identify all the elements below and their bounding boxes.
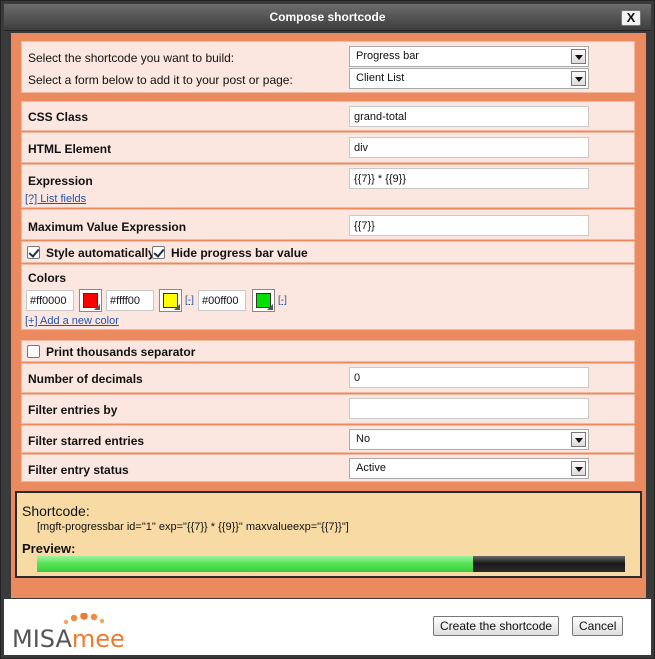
- html-element-label: HTML Element: [28, 142, 112, 156]
- cancel-button[interactable]: Cancel: [572, 616, 624, 636]
- shortcode-select-label: Select the shortcode you want to build:: [28, 51, 235, 65]
- progress-bar-fill: [37, 556, 474, 572]
- chevron-down-icon[interactable]: [571, 71, 586, 86]
- remove-color-link[interactable]: [-]: [185, 295, 194, 306]
- shortcode-output-box: Shortcode: [mgft-progressbar id="1" exp=…: [15, 491, 642, 578]
- thousands-row: Print thousands separator: [21, 340, 635, 362]
- preview-title: Preview:: [22, 541, 76, 556]
- dialog-titlebar: Compose shortcode X: [4, 4, 651, 31]
- add-color-link[interactable]: [+] Add a new color: [25, 315, 119, 327]
- filter-status-select[interactable]: Active: [349, 458, 589, 479]
- colors-label: Colors: [28, 271, 67, 285]
- shortcode-select-row: Select the shortcode you want to build: …: [21, 41, 635, 93]
- color-swatch[interactable]: [159, 289, 182, 312]
- logo-text-part1: MISA: [12, 625, 72, 653]
- filter-starred-label: Filter starred entries: [28, 434, 145, 448]
- chevron-down-icon[interactable]: [571, 49, 586, 64]
- chevron-down-icon[interactable]: [571, 461, 586, 476]
- decimals-input[interactable]: [349, 367, 589, 388]
- max-value-input[interactable]: [349, 215, 589, 236]
- compose-shortcode-dialog: Compose shortcode X Select the shortcode…: [0, 0, 655, 659]
- shortcode-select-value: Progress bar: [356, 50, 419, 62]
- css-class-input[interactable]: [349, 106, 589, 127]
- chevron-down-icon[interactable]: [571, 432, 586, 447]
- css-class-row: CSS Class: [21, 101, 635, 131]
- max-value-row: Maximum Value Expression: [21, 209, 635, 240]
- colors-row: Colors [-] [-] [+] Add a new color: [21, 264, 635, 330]
- filter-starred-select[interactable]: No: [349, 429, 589, 450]
- expression-input[interactable]: [349, 168, 589, 189]
- close-button[interactable]: X: [621, 10, 641, 26]
- filter-entries-input[interactable]: [349, 398, 589, 419]
- color-swatch[interactable]: [79, 289, 102, 312]
- caret-icon: [174, 304, 180, 310]
- expression-row: Expression [?] List fields: [21, 164, 635, 208]
- filter-entries-label: Filter entries by: [28, 403, 118, 417]
- color-input[interactable]: [26, 290, 74, 311]
- logo-text-part2: mee: [71, 625, 125, 653]
- hide-value-label: Hide progress bar value: [171, 246, 308, 260]
- filter-status-value: Active: [356, 462, 386, 474]
- expression-label: Expression: [28, 174, 93, 188]
- style-auto-checkbox[interactable]: [27, 246, 40, 259]
- shortcode-text: [mgft-progressbar id="1" exp="{{7}} * {{…: [37, 521, 349, 533]
- form-select-label: Select a form below to add it to your po…: [28, 73, 293, 87]
- max-value-label: Maximum Value Expression: [28, 220, 187, 234]
- thousands-label: Print thousands separator: [46, 345, 196, 359]
- filter-status-label: Filter entry status: [28, 463, 129, 477]
- filter-entries-row: Filter entries by: [21, 394, 635, 424]
- filter-starred-row: Filter starred entries No: [21, 425, 635, 453]
- shortcode-select[interactable]: Progress bar: [349, 46, 589, 67]
- remove-color-link[interactable]: [-]: [278, 295, 287, 306]
- shortcode-title: Shortcode:: [22, 503, 90, 519]
- html-element-row: HTML Element: [21, 132, 635, 163]
- decimals-label: Number of decimals: [28, 372, 143, 386]
- css-class-label: CSS Class: [28, 110, 89, 124]
- color-input[interactable]: [198, 290, 246, 311]
- progress-bar-track: [37, 556, 625, 572]
- caret-icon: [267, 304, 273, 310]
- create-shortcode-button[interactable]: Create the shortcode: [433, 616, 560, 636]
- style-options-row: Style automatically Hide progress bar va…: [21, 241, 635, 263]
- dialog-footer: MISAmee Create the shortcode Cancel: [4, 599, 651, 655]
- logo-text: MISAmee: [12, 625, 125, 653]
- color-swatch[interactable]: [252, 289, 275, 312]
- color-input[interactable]: [106, 290, 154, 311]
- dialog-title: Compose shortcode: [269, 10, 386, 24]
- hide-value-checkbox[interactable]: [152, 246, 165, 259]
- thousands-checkbox[interactable]: [27, 345, 40, 358]
- list-fields-link[interactable]: [?] List fields: [25, 193, 86, 205]
- dialog-content: Select the shortcode you want to build: …: [11, 33, 646, 598]
- caret-icon: [94, 304, 100, 310]
- filter-starred-value: No: [356, 433, 371, 445]
- form-select[interactable]: Client List: [349, 68, 589, 89]
- form-select-value: Client List: [356, 72, 405, 84]
- filter-status-row: Filter entry status Active: [21, 454, 635, 482]
- misamee-logo: MISAmee: [12, 613, 142, 653]
- decimals-row: Number of decimals: [21, 363, 635, 393]
- style-auto-label: Style automatically: [46, 246, 155, 260]
- html-element-input[interactable]: [349, 137, 589, 158]
